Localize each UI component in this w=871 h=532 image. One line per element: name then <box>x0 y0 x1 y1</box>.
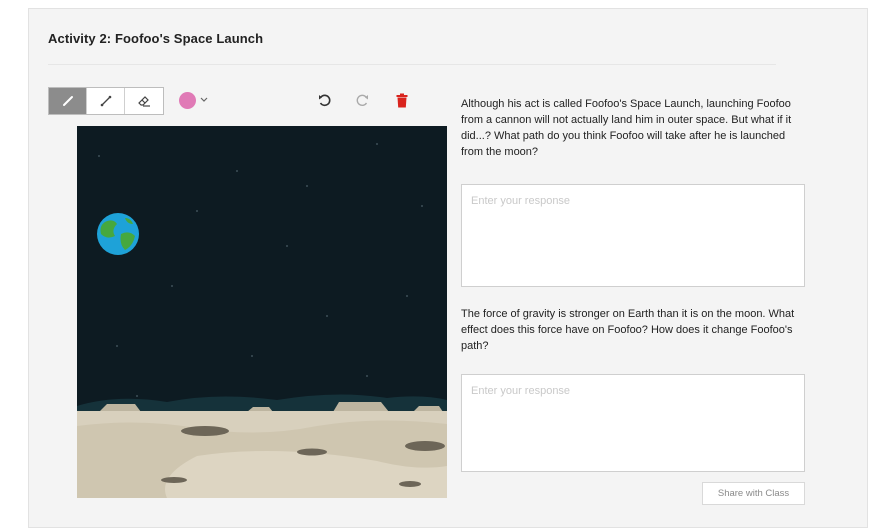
question-1-text: Although his act is called Foofoo's Spac… <box>461 98 792 158</box>
moon-scene <box>77 126 447 498</box>
question-2-text: The force of gravity is stronger on Eart… <box>461 308 795 352</box>
delete-button[interactable] <box>391 89 413 111</box>
pen-icon <box>62 96 73 106</box>
tool-group <box>48 87 164 115</box>
drawing-toolbar <box>48 87 418 115</box>
earth-icon <box>97 213 139 255</box>
redo-button[interactable] <box>352 89 374 111</box>
eraser-tool-button[interactable] <box>125 88 163 114</box>
share-with-class-button[interactable]: Share with Class <box>702 482 805 505</box>
response-2-input[interactable] <box>461 374 805 472</box>
activity-title: Activity 2: Foofoo's Space Launch <box>48 31 264 46</box>
response-1-input[interactable] <box>461 184 805 287</box>
redo-icon <box>356 94 368 107</box>
line-tool-button[interactable] <box>87 88 125 114</box>
undo-icon <box>319 94 331 107</box>
selected-color-swatch <box>179 91 196 109</box>
pen-tool-button[interactable] <box>49 88 87 114</box>
eraser-icon <box>137 96 150 107</box>
history-tools <box>313 89 413 111</box>
color-picker[interactable] <box>179 90 208 110</box>
chevron-down-icon <box>200 97 208 102</box>
undo-button[interactable] <box>313 89 335 111</box>
line-icon <box>100 95 111 107</box>
drawing-canvas[interactable] <box>77 126 447 498</box>
title-divider <box>48 64 776 65</box>
trash-icon <box>396 93 408 107</box>
